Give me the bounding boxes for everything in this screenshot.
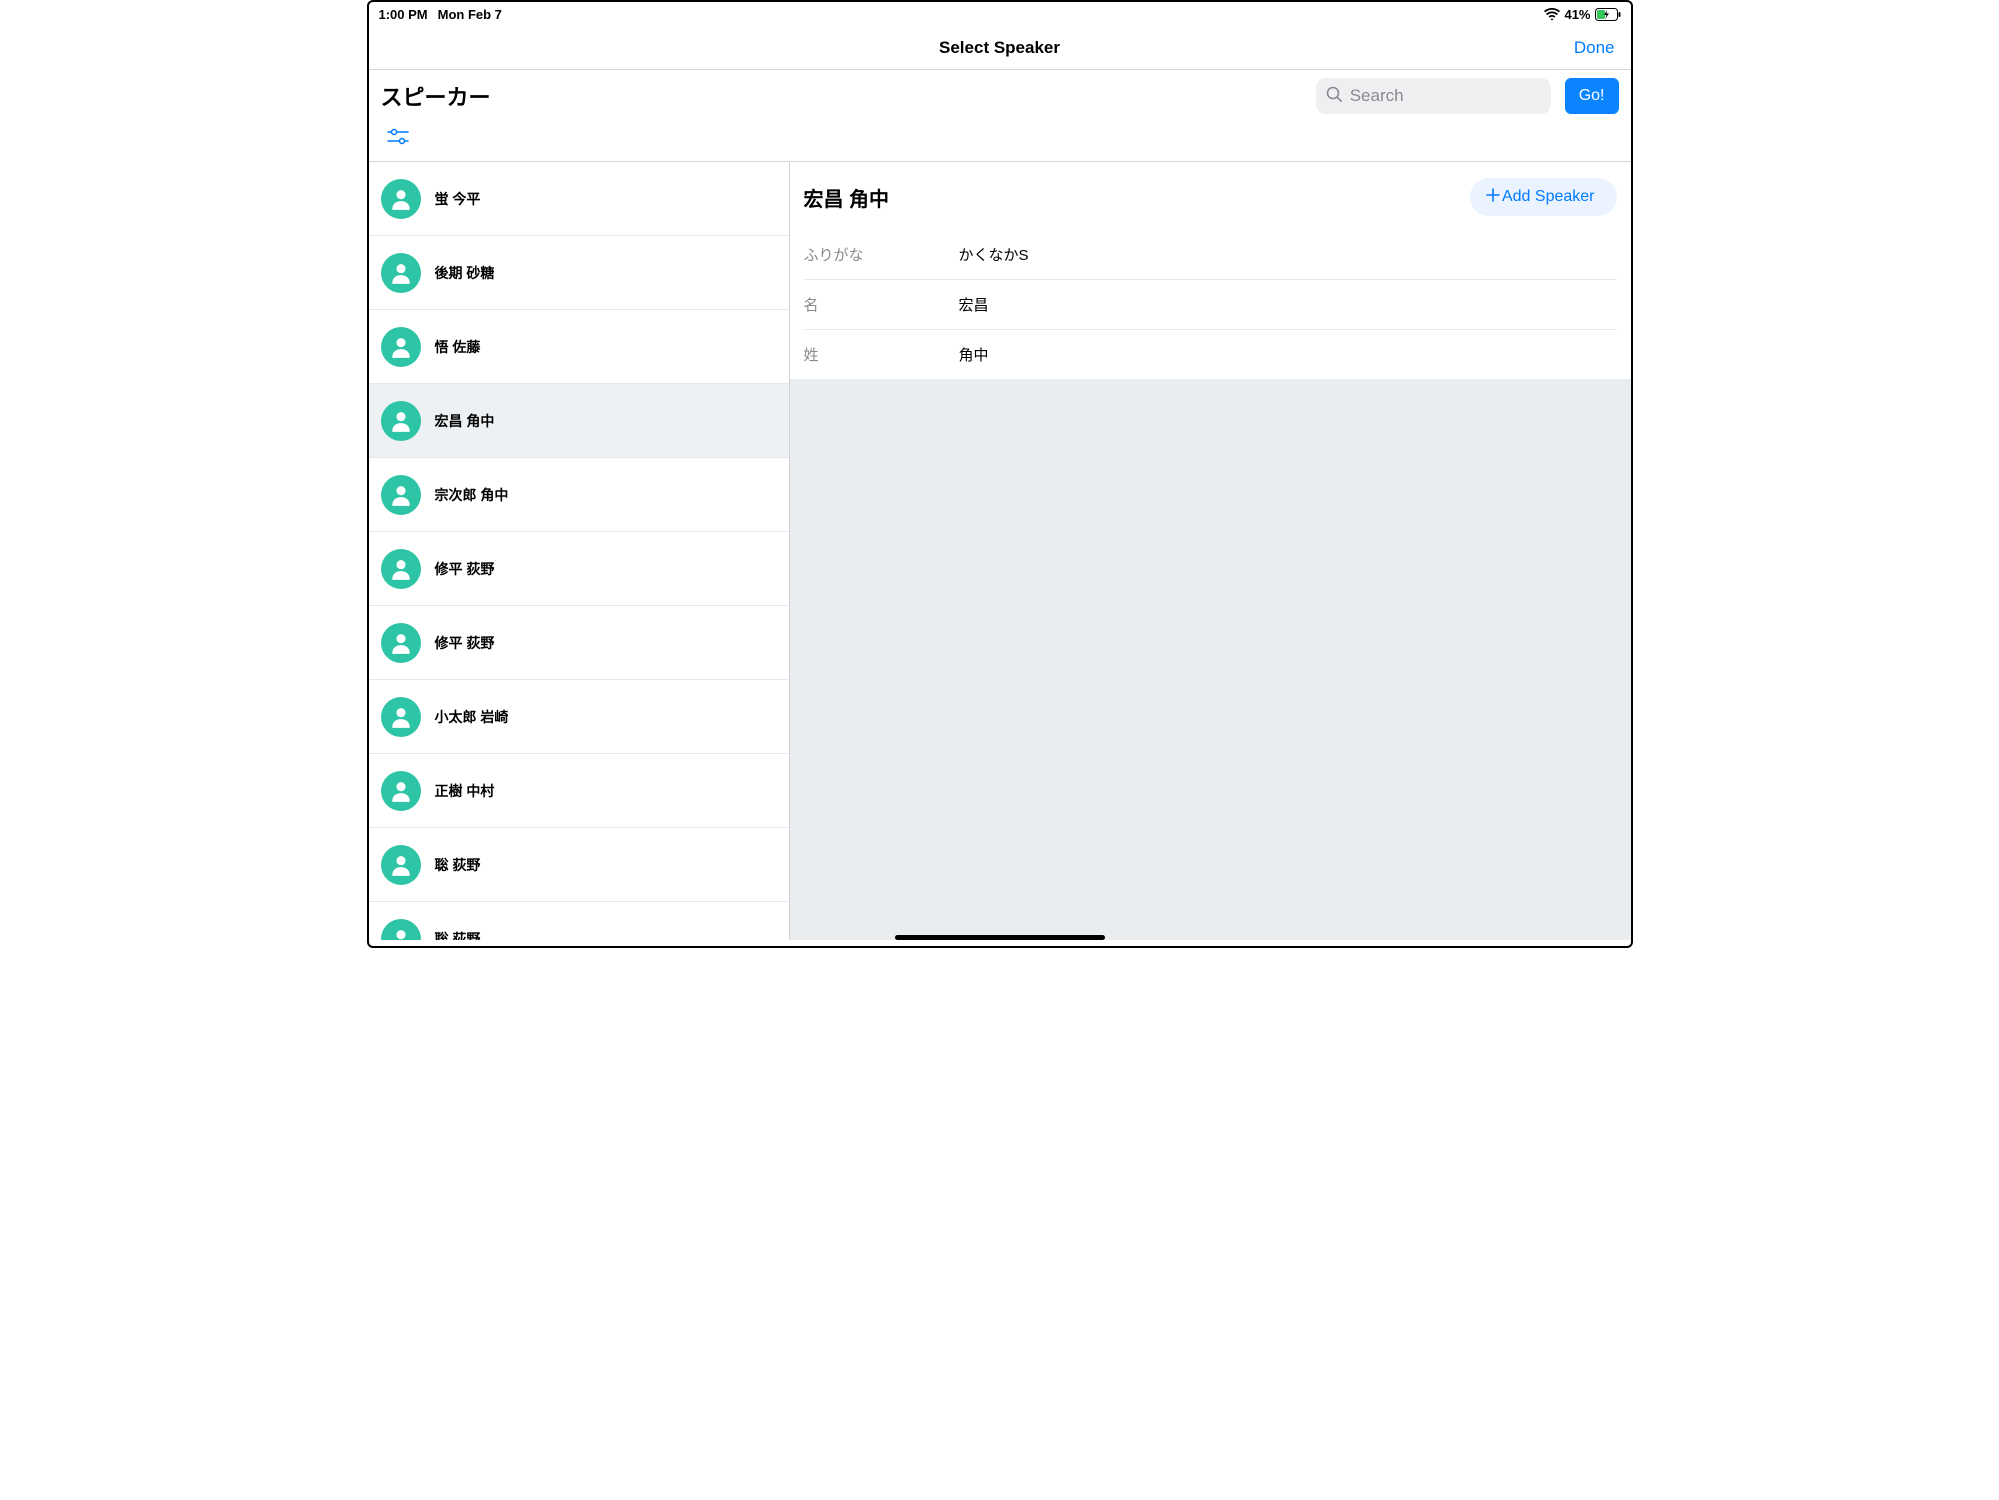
battery-icon [1595,8,1621,21]
wifi-icon [1544,8,1560,20]
avatar-icon [381,549,421,589]
avatar-icon [381,401,421,441]
speaker-name: 修平 荻野 [435,559,495,579]
plus-icon [1486,188,1500,207]
list-item[interactable]: 悟 佐藤 [369,310,789,384]
list-item[interactable]: 聡 荻野 [369,828,789,902]
sub-header: スピーカー Go! [369,70,1631,114]
section-title: スピーカー [381,80,491,112]
speaker-name: 蛍 今平 [435,189,481,209]
filter-row [369,114,1631,162]
detail-row: ふりがなかくなかS [804,230,1617,280]
page-title: Select Speaker [939,38,1060,58]
speaker-name: 聡 荻野 [435,855,481,875]
speaker-name: 聡 荻野 [435,929,481,941]
avatar-icon [381,475,421,515]
status-battery-percent: 41% [1564,7,1590,22]
detail-label: 名 [804,294,959,315]
speaker-name: 宏昌 角中 [435,411,495,431]
speaker-list[interactable]: 蛍 今平後期 砂糖悟 佐藤宏昌 角中宗次郎 角中修平 荻野修平 荻野小太郎 岩崎… [369,162,790,940]
detail-label: 姓 [804,344,959,365]
detail-row: 姓角中 [804,330,1617,379]
avatar-icon [381,697,421,737]
speaker-name: 後期 砂糖 [435,263,495,283]
detail-row: 名宏昌 [804,280,1617,330]
speaker-name: 悟 佐藤 [435,337,481,357]
avatar-icon [381,253,421,293]
filter-icon[interactable] [387,128,409,151]
list-item[interactable]: 後期 砂糖 [369,236,789,310]
search-input[interactable] [1350,86,1571,106]
go-button[interactable]: Go! [1565,78,1619,114]
detail-label: ふりがな [804,244,959,265]
detail-value: かくなかS [959,244,1029,265]
list-item[interactable]: 正樹 中村 [369,754,789,828]
status-time: 1:00 PM [379,7,428,22]
speaker-name: 宗次郎 角中 [435,485,509,505]
detail-header: 宏昌 角中 Add Speaker [790,162,1631,230]
detail-value: 宏昌 [959,294,989,315]
detail-panel: 宏昌 角中 Add Speaker ふりがなかくなかS名宏昌姓角中 [790,162,1631,940]
list-item[interactable]: 修平 荻野 [369,606,789,680]
device-frame: 1:00 PM Mon Feb 7 41% Select Speaker Don… [367,0,1633,948]
avatar-icon [381,179,421,219]
home-indicator [895,935,1105,940]
speaker-name: 小太郎 岩崎 [435,707,509,727]
add-speaker-button[interactable]: Add Speaker [1470,178,1617,216]
add-speaker-label: Add Speaker [1502,188,1595,206]
detail-value: 角中 [959,344,989,365]
avatar-icon [381,327,421,367]
list-item[interactable]: 蛍 今平 [369,162,789,236]
detail-empty-area [790,379,1631,940]
avatar-icon [381,623,421,663]
avatar-icon [381,919,421,941]
list-item[interactable]: 宏昌 角中 [369,384,789,458]
detail-section: ふりがなかくなかS名宏昌姓角中 [790,230,1631,379]
list-item[interactable]: 聡 荻野 [369,902,789,940]
status-bar: 1:00 PM Mon Feb 7 41% [369,2,1631,26]
avatar-icon [381,845,421,885]
speaker-name: 修平 荻野 [435,633,495,653]
speaker-name: 正樹 中村 [435,781,495,801]
content-split: 蛍 今平後期 砂糖悟 佐藤宏昌 角中宗次郎 角中修平 荻野修平 荻野小太郎 岩崎… [369,162,1631,940]
detail-title: 宏昌 角中 [804,183,890,212]
done-button[interactable]: Done [1574,38,1615,58]
list-item[interactable]: 宗次郎 角中 [369,458,789,532]
status-date: Mon Feb 7 [438,7,502,22]
list-item[interactable]: 修平 荻野 [369,532,789,606]
avatar-icon [381,771,421,811]
list-item[interactable]: 小太郎 岩崎 [369,680,789,754]
search-box[interactable] [1316,78,1551,114]
search-icon [1326,86,1342,107]
nav-header: Select Speaker Done [369,26,1631,70]
